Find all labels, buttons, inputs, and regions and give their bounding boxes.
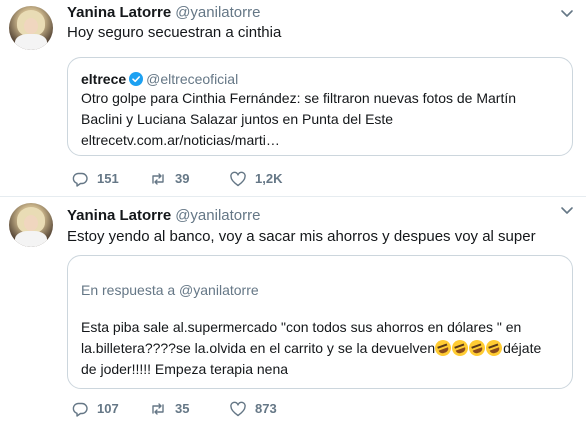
quoted-line-text: déjate <box>503 340 542 356</box>
tweet[interactable]: Yanina Latorre @yanilatorre Hoy seguro se… <box>0 0 586 197</box>
tweet-text: Hoy seguro secuestran a cinthia <box>67 24 282 41</box>
heart-icon <box>230 171 246 187</box>
retweet-icon <box>152 173 164 185</box>
laughing-emoji-icon <box>483 337 505 359</box>
reply-icon <box>72 402 88 417</box>
quoted-line: la.billetera????se la.olvida en el carri… <box>81 337 542 359</box>
user-handle[interactable]: @yanilatorre <box>175 4 260 21</box>
user-handle[interactable]: @yanilatorre <box>175 207 260 224</box>
quoted-line-text: la.billetera????se la.olvida en el carri… <box>81 340 436 356</box>
laughing-emoji-icon <box>432 337 454 359</box>
like-count: 1,2K <box>255 171 283 186</box>
chevron-down-icon[interactable] <box>560 6 574 20</box>
quoted-line: Esta piba sale al.supermercado "con todo… <box>81 319 522 335</box>
laughing-emoji-icon <box>449 337 471 359</box>
laughing-emoji-icon <box>466 337 488 359</box>
reply-icon <box>72 172 88 187</box>
retweet-count: 35 <box>175 401 190 416</box>
reply-context[interactable]: En respuesta a @yanilatorre <box>81 282 259 298</box>
reply-count: 151 <box>97 171 119 186</box>
tweet-header: Yanina Latorre @yanilatorre <box>67 207 260 225</box>
heart-icon <box>230 401 246 417</box>
like-count: 873 <box>255 401 277 416</box>
quoted-line: Otro golpe para Cinthia Fernández: se fi… <box>81 90 517 106</box>
quoted-user-name: eltrece <box>81 71 127 87</box>
avatar[interactable] <box>9 6 53 50</box>
quoted-line: de joder!!!!! Empeza terapia nena <box>81 361 289 377</box>
tweet-header: Yanina Latorre @yanilatorre <box>67 4 260 22</box>
quoted-link[interactable]: eltrecetv.com.ar/noticias/marti… <box>81 130 516 151</box>
quoted-line: Baclini y Luciana Salazar juntos en Punt… <box>81 111 394 127</box>
quoted-tweet[interactable]: eltrece @eltreceoficial Otro golpe para C… <box>67 57 573 156</box>
quoted-text: Esta piba sale al.supermercado "con todo… <box>81 317 541 380</box>
user-name[interactable]: Yanina Latorre <box>67 4 171 21</box>
quoted-user-handle: @eltreceoficial <box>146 71 239 87</box>
retweet-count: 39 <box>175 171 190 186</box>
quoted-tweet[interactable]: En respuesta a @yanilatorre Esta piba sa… <box>67 255 573 389</box>
avatar[interactable] <box>9 203 53 247</box>
reply-count: 107 <box>97 401 119 416</box>
user-name[interactable]: Yanina Latorre <box>67 207 171 224</box>
quoted-text: Otro golpe para Cinthia Fernández: se fi… <box>81 88 516 151</box>
tweet[interactable]: Yanina Latorre @yanilatorre Estoy yendo a… <box>0 197 586 428</box>
chevron-down-icon[interactable] <box>560 203 574 217</box>
tweet-text: Estoy yendo al banco, voy a sacar mis ah… <box>67 228 536 245</box>
retweet-icon <box>152 403 164 415</box>
verified-badge-icon <box>129 72 144 86</box>
